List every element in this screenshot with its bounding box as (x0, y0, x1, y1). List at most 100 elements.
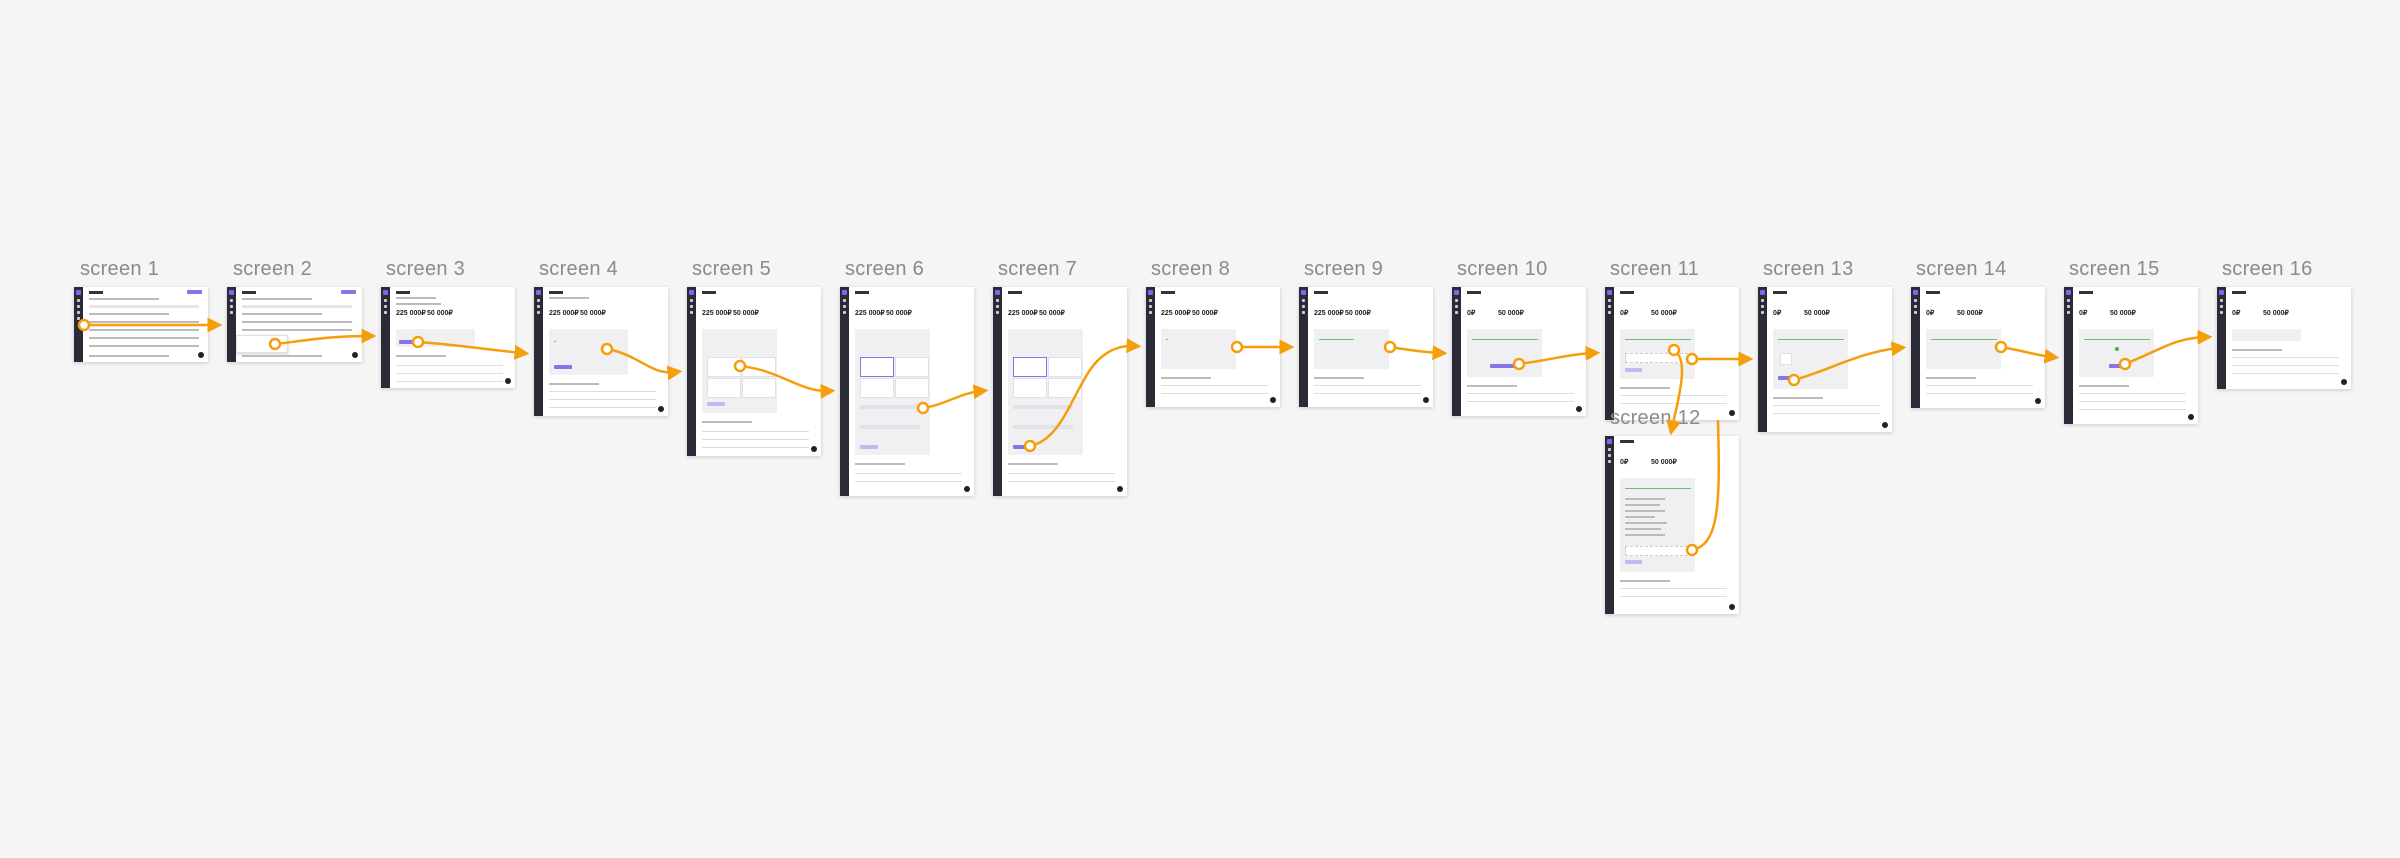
tbl-element (2232, 373, 2339, 374)
ic-element (1761, 305, 1764, 308)
big-element: 0₽ (2232, 310, 2241, 317)
ic-element (537, 305, 540, 308)
ic-element (1761, 299, 1764, 302)
sb-element (840, 287, 849, 496)
screen-10-thumbnail[interactable]: 0₽ 50 000₽ (1452, 287, 1586, 416)
ln-element (1625, 546, 1693, 556)
ic-element (1914, 299, 1917, 302)
ic-element (1455, 305, 1458, 308)
fab-element (2035, 398, 2041, 404)
screen-15-thumbnail[interactable]: 0₽ 50 000₽ (2064, 287, 2198, 424)
card-element (742, 357, 776, 377)
screen-13-thumbnail[interactable]: 0₽ 50 000₽ (1758, 287, 1892, 432)
ln-element (242, 313, 322, 315)
sb-element (1758, 287, 1767, 432)
card-element (860, 378, 894, 398)
ln-element (89, 298, 159, 300)
screen-7-thumbnail[interactable]: 225 000₽ 50 000₽ (993, 287, 1127, 496)
ln-element (860, 405, 920, 409)
screen-2-thumbnail[interactable] (227, 287, 362, 362)
ic-element (2067, 299, 2070, 302)
help-fab (198, 352, 204, 358)
lg-element (1301, 290, 1306, 295)
tbl-element (1161, 385, 1268, 386)
btn-element (2109, 364, 2125, 368)
btn-element (1625, 368, 1642, 372)
screen-11-thumbnail[interactable]: 0₽ 50 000₽ (1605, 287, 1739, 420)
sb-element (2064, 287, 2073, 424)
big-element: 225 000₽ (1161, 310, 1191, 317)
card-element (895, 378, 929, 398)
ln-element (2079, 385, 2129, 387)
success-icon (2115, 347, 2119, 351)
ic-element (77, 311, 80, 314)
fab-element (352, 352, 358, 358)
tbl-element (1620, 403, 1727, 404)
ic-element (1455, 311, 1458, 314)
lg-element (995, 290, 1000, 295)
screen-6-thumbnail[interactable]: 225 000₽ 50 000₽ (840, 287, 974, 496)
screen-3-thumbnail[interactable]: 225 000₽ 50 000₽ (381, 287, 515, 388)
ic-element (77, 305, 80, 308)
screen-label-7: screen 7 (998, 258, 1078, 280)
ln-element (1625, 516, 1655, 518)
big-element: 50 000₽ (886, 310, 912, 317)
page-title (89, 291, 103, 294)
screen-5-thumbnail[interactable]: 225 000₽ 50 000₽ (687, 287, 821, 456)
sb-element (1911, 287, 1920, 408)
card-element (707, 357, 741, 377)
big-element: 0₽ (1926, 310, 1935, 317)
ln-element (396, 297, 436, 299)
sb-element (227, 287, 236, 362)
fab-element (658, 406, 664, 412)
tbl-element (1620, 596, 1727, 597)
panel-element (1314, 329, 1389, 369)
ln-element (1314, 377, 1364, 379)
sb-element (1146, 287, 1155, 407)
flow-connections (77, 317, 2213, 557)
prog-element (2084, 339, 2150, 341)
tbl-element (1926, 385, 2033, 386)
ttl-element (1467, 291, 1481, 294)
big-element: 50 000₽ (2110, 310, 2136, 317)
ttl-element (1773, 291, 1787, 294)
lg-element (842, 290, 847, 295)
lg-element (383, 290, 388, 295)
ln-element (702, 421, 752, 423)
big-element: 225 000₽ (702, 310, 732, 317)
tbl-element (396, 381, 503, 382)
panel-element (396, 329, 475, 347)
ic-element (1608, 305, 1611, 308)
screen-9-thumbnail[interactable]: 225 000₽ 50 000₽ (1299, 287, 1433, 407)
ln-element (89, 329, 199, 331)
ic-element (537, 299, 540, 302)
screen-1-thumbnail[interactable] (74, 287, 208, 362)
ttl-element (2079, 291, 2093, 294)
tbl-element (396, 373, 503, 374)
ln-element (1926, 377, 1976, 379)
screen-4-thumbnail[interactable]: 225 000₽ 50 000₽ (534, 287, 668, 416)
tbl-element (2079, 401, 2186, 402)
ln-element (860, 425, 920, 429)
screen-12-thumbnail[interactable]: 0₽ 50 000₽ (1605, 436, 1739, 614)
tbl-element (2232, 365, 2339, 366)
fab-element (1117, 486, 1123, 492)
sb-element (2217, 287, 2226, 389)
screen-16-thumbnail[interactable]: 0₽ 50 000₽ (2217, 287, 2351, 389)
big-element: 0₽ (1773, 310, 1782, 317)
ic-element (230, 299, 233, 302)
screen-14-thumbnail[interactable]: 0₽ 50 000₽ (1911, 287, 2045, 408)
fab-element (1729, 604, 1735, 610)
big-element: 225 000₽ (549, 310, 579, 317)
big-element: 225 000₽ (1008, 310, 1038, 317)
balance-value: 225 000₽ (396, 310, 426, 317)
ln-element (242, 329, 352, 331)
fab-element (1882, 422, 1888, 428)
ic-element (537, 311, 540, 314)
ic-element (843, 311, 846, 314)
card-element (742, 378, 776, 398)
prog-element (1778, 339, 1844, 341)
big-element: 50 000₽ (1804, 310, 1830, 317)
ln-element (855, 463, 905, 465)
screen-8-thumbnail[interactable]: 225 000₽ 50 000₽ (1146, 287, 1280, 407)
